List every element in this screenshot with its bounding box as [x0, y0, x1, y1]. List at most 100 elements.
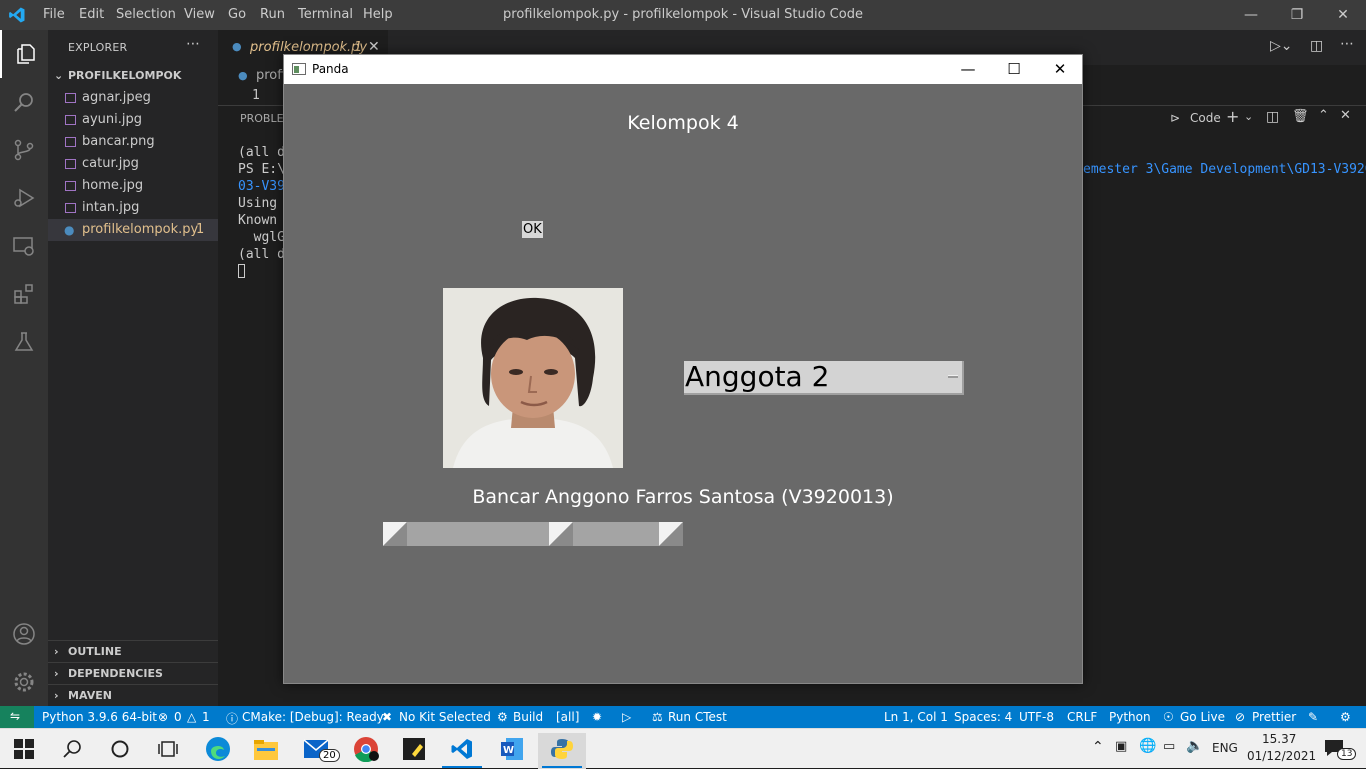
cmake-status[interactable]: CMake: [Debug]: Ready [242, 710, 384, 724]
clock-date[interactable]: 01/12/2021 [1247, 749, 1316, 763]
vscode-taskbar-icon[interactable] [438, 733, 486, 769]
warnings-count[interactable]: 1 [202, 710, 210, 724]
explorer-icon[interactable] [0, 30, 48, 78]
mail-icon[interactable]: 20 [292, 733, 340, 769]
python-file-icon: ● [238, 69, 248, 82]
build-target[interactable]: [all] [556, 710, 579, 724]
prettier-check-icon: ⊘ [1235, 710, 1246, 724]
launch-play-icon[interactable]: ▷ [622, 710, 631, 724]
trash-icon[interactable]: 🗑 [1292, 109, 1309, 124]
split-editor-icon[interactable]: ◫ [1310, 38, 1323, 54]
errors-count[interactable]: 0 [174, 710, 182, 724]
run-ctest-button[interactable]: Run CTest [668, 710, 727, 724]
chevron-down-icon: ⌄ [54, 69, 64, 82]
close-tab-icon[interactable]: ✕ [368, 39, 380, 55]
indentation[interactable]: Spaces: 4 [954, 710, 1012, 724]
ok-button[interactable]: OK [522, 221, 543, 238]
prettier-status[interactable]: Prettier [1252, 710, 1296, 724]
panda-title-bar: Panda — ☐ ✕ [284, 55, 1082, 84]
terminal-cursor [238, 264, 245, 278]
build-button[interactable]: Build [513, 710, 543, 724]
restore-button[interactable]: ❐ [1274, 0, 1320, 30]
folder-root[interactable]: ⌄ PROFILKELOMPOK [48, 65, 218, 87]
accounts-icon[interactable] [0, 610, 48, 658]
testing-icon[interactable] [0, 318, 48, 366]
outline-section[interactable]: › OUTLINE [48, 640, 218, 662]
scroll-thumb-icon[interactable] [549, 522, 573, 546]
battery-icon[interactable]: ▭ [1163, 739, 1175, 754]
file-item[interactable]: agnar.jpeg [48, 87, 218, 109]
language-indicator[interactable]: ENG [1212, 741, 1238, 755]
python-interpreter[interactable]: Python 3.9.6 64-bit [42, 710, 157, 724]
file-label: ayuni.jpg [82, 112, 142, 127]
language-mode[interactable]: Python [1109, 710, 1151, 724]
chevron-right-icon: › [54, 645, 59, 658]
dependencies-section[interactable]: › DEPENDENCIES [48, 662, 218, 684]
breadcrumb[interactable]: profi [256, 68, 285, 83]
prev-arrow-icon[interactable] [383, 522, 407, 546]
file-item[interactable]: ayuni.jpg [48, 109, 218, 131]
terminal-profile-label[interactable]: Code [1190, 111, 1221, 125]
minimize-button[interactable]: — [1228, 0, 1274, 30]
python-file-icon: ● [64, 223, 75, 237]
go-live-button[interactable]: Go Live [1180, 710, 1225, 724]
word-icon[interactable]: W [488, 733, 536, 769]
file-label: catur.jpg [82, 156, 139, 171]
run-debug-icon[interactable] [0, 174, 48, 222]
next-arrow-icon[interactable] [659, 522, 683, 546]
image-file-icon [65, 159, 76, 169]
kit-selector[interactable]: No Kit Selected [399, 710, 491, 724]
member-dropdown[interactable]: Anggota 2 [684, 361, 964, 395]
feedback-icon[interactable]: ✎ [1308, 710, 1318, 724]
split-terminal-icon[interactable]: ◫ [1266, 109, 1279, 125]
cursor-position[interactable]: Ln 1, Col 1 [884, 710, 948, 724]
tab-badge: 1 [354, 40, 363, 55]
dropdown-selected-value: Anggota 2 [685, 360, 830, 393]
show-hidden-icons-chevron-icon[interactable]: ⌃ [1092, 739, 1104, 755]
cortana-icon[interactable] [96, 733, 144, 769]
file-item-active[interactable]: ● profilkelompok.py 1 [48, 219, 218, 241]
file-item[interactable]: intan.jpg [48, 197, 218, 219]
close-button[interactable]: ✕ [1320, 0, 1366, 30]
panda-maximize-button[interactable]: ☐ [991, 55, 1037, 84]
network-globe-icon[interactable]: 🌐 [1139, 738, 1156, 754]
security-icon[interactable]: ▣ [1115, 739, 1127, 754]
end-of-line[interactable]: CRLF [1067, 710, 1097, 724]
more-icon[interactable]: ⋯ [1340, 36, 1354, 52]
panda-close-button[interactable]: ✕ [1037, 55, 1083, 84]
python-file-icon: ● [232, 40, 242, 53]
extensions-icon[interactable] [0, 270, 48, 318]
python-panda-taskbar-icon[interactable] [538, 733, 586, 769]
maximize-panel-icon[interactable]: ⌃ [1318, 108, 1329, 123]
start-windows-icon[interactable] [0, 733, 48, 769]
search-icon[interactable] [48, 733, 96, 769]
notifications-bell-icon[interactable]: ⚙ [1340, 710, 1351, 724]
file-label: agnar.jpeg [82, 90, 151, 105]
task-view-icon[interactable] [144, 733, 192, 769]
panda-minimize-button[interactable]: — [945, 55, 991, 84]
file-item[interactable]: bancar.png [48, 131, 218, 153]
chevron-down-icon[interactable]: ⌄ [1244, 110, 1253, 123]
source-control-icon[interactable] [0, 126, 48, 174]
settings-gear-icon[interactable] [0, 658, 48, 706]
file-item[interactable]: catur.jpg [48, 153, 218, 175]
maven-section[interactable]: › MAVEN [48, 684, 218, 706]
encoding[interactable]: UTF-8 [1019, 710, 1054, 724]
close-panel-icon[interactable]: ✕ [1340, 108, 1351, 123]
file-explorer-icon[interactable] [242, 733, 290, 769]
chrome-icon[interactable] [342, 733, 390, 769]
edge-browser-icon[interactable] [194, 733, 242, 769]
warnings-icon: △ [187, 710, 197, 724]
file-item[interactable]: home.jpg [48, 175, 218, 197]
remote-explorer-icon[interactable] [0, 222, 48, 270]
debug-bug-icon[interactable]: ✹ [592, 710, 602, 724]
new-terminal-icon[interactable]: + [1226, 107, 1239, 126]
member-portrait [443, 288, 623, 468]
more-actions-icon[interactable]: ⋯ [186, 36, 200, 52]
run-file-icon[interactable]: ▷⌄ [1270, 38, 1293, 54]
sticky-notes-icon[interactable] [390, 733, 438, 769]
action-center-button[interactable]: 13 [1318, 729, 1366, 769]
volume-icon[interactable]: 🔈 [1186, 738, 1203, 754]
search-icon[interactable] [0, 78, 48, 126]
clock-time[interactable]: 15.37 [1262, 732, 1296, 746]
